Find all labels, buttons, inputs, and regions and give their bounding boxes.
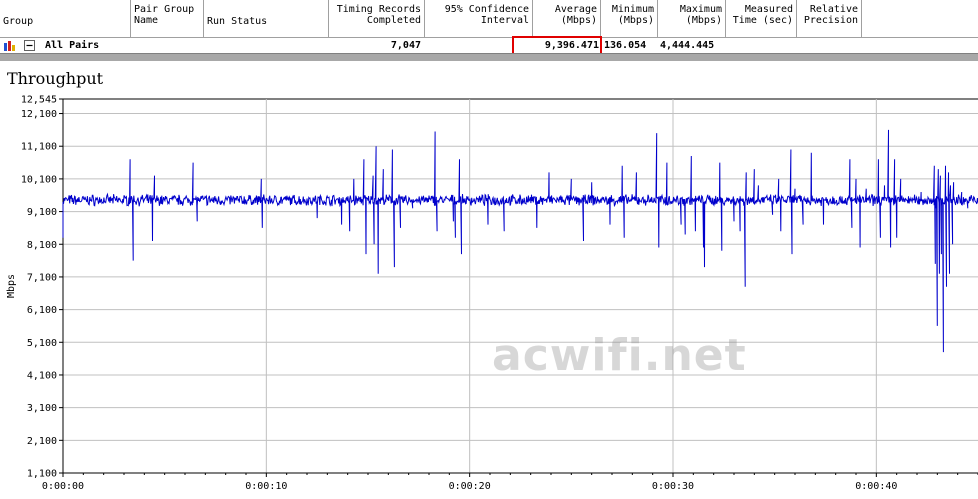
y-tick-label: 3,100 [27, 403, 57, 414]
y-tick-label: 10,100 [21, 174, 57, 185]
x-tick-label: 0:00:00 [42, 481, 84, 492]
y-tick-label: 1,100 [27, 469, 57, 480]
x-tick-label: 0:00:30 [652, 481, 694, 492]
y-tick-label: 11,100 [21, 142, 57, 153]
y-tick-label: 9,100 [27, 207, 57, 218]
y-tick-label: 12,100 [21, 109, 57, 120]
y-tick-label: 5,100 [27, 338, 57, 349]
x-tick-label: 0:00:40 [855, 481, 897, 492]
watermark: acwifi.net [492, 330, 747, 381]
y-tick-label: 7,100 [27, 272, 57, 283]
y-tick-label: 2,100 [27, 436, 57, 447]
y-tick-label: 12,545 [21, 95, 57, 106]
throughput-series-line [62, 129, 978, 353]
y-axis-label: Mbps [6, 274, 17, 298]
x-tick-label: 0:00:10 [245, 481, 287, 492]
y-tick-label: 4,100 [27, 370, 57, 381]
y-tick-label: 8,100 [27, 240, 57, 251]
x-tick-label: 0:00:20 [449, 481, 491, 492]
throughput-chart: 12,545 12,100 11,100 10,100 9,100 8,100 7,100 6… [6, 95, 978, 492]
y-tick-label: 6,100 [27, 305, 57, 316]
